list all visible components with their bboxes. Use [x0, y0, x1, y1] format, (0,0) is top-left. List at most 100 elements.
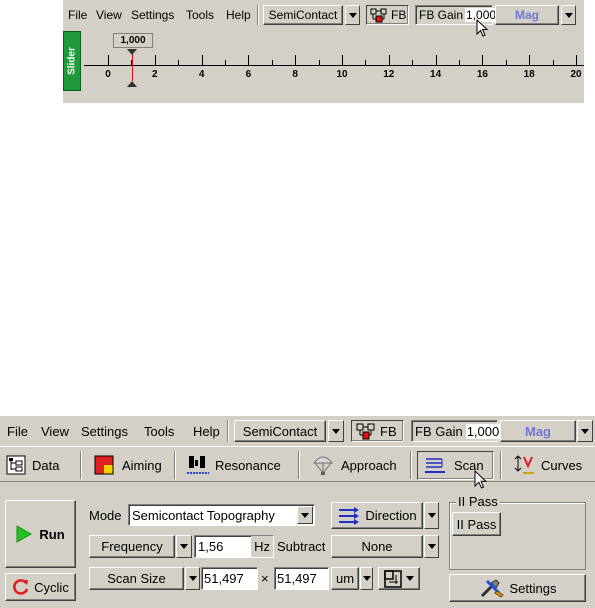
- scale-major-tick: [435, 55, 437, 65]
- mag-button[interactable]: Mag: [500, 420, 576, 442]
- tab-resonance[interactable]: Resonance: [186, 452, 281, 478]
- chevron-down-icon: [564, 12, 573, 18]
- menu-separator: [227, 420, 229, 442]
- scale-tick-label: 20: [570, 69, 582, 80]
- scan-mode-select[interactable]: Semicontact Topography: [128, 504, 315, 526]
- menu-view[interactable]: View: [96, 4, 122, 26]
- scan-size-x-value: 51,497: [204, 571, 244, 586]
- slider-marker-bottom[interactable]: [127, 81, 137, 87]
- scale-major-tick: [154, 55, 156, 65]
- direction-button[interactable]: Direction: [331, 502, 423, 529]
- scale-minor-tick: [271, 60, 273, 65]
- scale-tick-label: 4: [198, 69, 205, 80]
- scale-tick-label: 2: [152, 69, 158, 80]
- chevron-down-icon: [581, 428, 589, 434]
- mode-dropdown-label: SemiContact: [268, 8, 338, 22]
- menu-separator: [257, 5, 259, 25]
- scan-size-y-input[interactable]: 51,497: [274, 567, 329, 590]
- run-button[interactable]: Run: [5, 500, 76, 568]
- tab-data-label: Data: [32, 457, 60, 473]
- mode-dropdown-arrow[interactable]: [328, 420, 344, 442]
- mode-dropdown[interactable]: SemiContact: [263, 5, 343, 25]
- settings-button[interactable]: Settings: [449, 574, 586, 602]
- curves-icon: [514, 455, 534, 474]
- slider-marker-top[interactable]: [127, 49, 137, 55]
- tab-approach[interactable]: Approach: [313, 452, 397, 478]
- mag-label: Mag: [525, 423, 551, 439]
- scale-minor-tick: [365, 60, 367, 65]
- slider-tab[interactable]: Slider: [63, 31, 81, 91]
- feedback-icon: [370, 8, 387, 22]
- tab-separator: [298, 451, 300, 479]
- menu-settings[interactable]: Settings: [81, 419, 128, 443]
- fb-gain-field[interactable]: FB Gain 1,000: [411, 420, 501, 442]
- mode-dropdown[interactable]: SemiContact: [234, 420, 326, 442]
- scan-mode-arrow[interactable]: [297, 506, 313, 524]
- fb-toggle-button[interactable]: FB: [366, 5, 409, 25]
- mag-dropdown-arrow[interactable]: [577, 420, 593, 442]
- mag-label: Mag: [515, 8, 539, 22]
- slider-marker-line[interactable]: [132, 53, 133, 81]
- play-icon: [16, 525, 33, 543]
- tab-separator: [174, 451, 176, 479]
- menu-file[interactable]: File: [68, 4, 87, 26]
- frequency-unit: Hz: [251, 536, 273, 557]
- scale-tick-label: 6: [245, 69, 252, 80]
- chevron-down-icon: [180, 544, 188, 549]
- scan-size-label: Scan Size: [107, 571, 166, 586]
- direction-arrow[interactable]: [424, 502, 439, 529]
- tab-approach-label: Approach: [341, 457, 397, 473]
- frequency-input[interactable]: 1,56 Hz: [194, 535, 274, 558]
- scale-major-tick: [342, 55, 343, 65]
- mode-dropdown-arrow[interactable]: [345, 5, 360, 25]
- settings-label: Settings: [509, 580, 557, 596]
- tab-curves[interactable]: Curves: [513, 452, 582, 478]
- chevron-down-icon: [301, 512, 309, 518]
- menu-help[interactable]: Help: [193, 419, 220, 443]
- frequency-button[interactable]: Frequency: [89, 535, 175, 558]
- subtract-arrow[interactable]: [424, 535, 439, 558]
- slider-track[interactable]: 1,000 0 2 4 6 8 10 12 14 16 18 20: [84, 31, 584, 91]
- tab-data[interactable]: Data: [6, 452, 59, 478]
- scan-size-arrow[interactable]: [185, 567, 200, 590]
- menu-tools[interactable]: Tools: [144, 419, 174, 443]
- scale-major-tick: [201, 55, 203, 65]
- scan-size-x-input[interactable]: 51,497: [201, 567, 258, 590]
- top-menu-bar: File View Settings Tools Help: [63, 4, 263, 26]
- scale-major-tick: [576, 55, 577, 65]
- fb-toggle-button[interactable]: FB: [351, 420, 404, 442]
- menu-help[interactable]: Help: [226, 4, 251, 26]
- fb-gain-value[interactable]: 1,000: [465, 423, 501, 439]
- scale-major-tick: [388, 55, 390, 65]
- scale-minor-tick: [225, 60, 226, 65]
- cyclic-button[interactable]: Cyclic: [5, 573, 76, 601]
- scan-mode-value: Semicontact Topography: [132, 507, 275, 523]
- mag-button[interactable]: Mag: [495, 5, 559, 25]
- fb-gain-label: FB Gain: [415, 423, 463, 439]
- chevron-down-icon: [427, 544, 436, 549]
- frequency-arrow[interactable]: [176, 535, 192, 558]
- chevron-down-icon: [332, 428, 340, 434]
- menu-file[interactable]: File: [7, 419, 28, 443]
- subtract-value: None: [361, 539, 393, 554]
- tab-aiming[interactable]: Aiming: [94, 452, 162, 478]
- scan-unit-arrow[interactable]: [360, 567, 373, 590]
- chevron-down-icon: [348, 12, 357, 18]
- tab-bar: Data Aiming Resonance Approach Scan Curv…: [0, 446, 595, 482]
- scan-area-button[interactable]: [378, 567, 420, 590]
- scale-major-tick: [295, 55, 297, 65]
- scan-size-button[interactable]: Scan Size: [89, 567, 184, 590]
- menu-view[interactable]: View: [41, 419, 69, 443]
- subtract-label: Subtract: [277, 539, 326, 554]
- scale-tick-label: 10: [336, 69, 348, 80]
- menu-tools[interactable]: Tools: [186, 4, 214, 26]
- menu-settings[interactable]: Settings: [131, 4, 174, 26]
- direction-label: Direction: [365, 508, 417, 523]
- ii-pass-button[interactable]: II Pass: [452, 512, 501, 536]
- mag-dropdown-arrow[interactable]: [561, 5, 576, 25]
- scan-unit-value: um: [335, 571, 355, 586]
- scale-minor-tick: [552, 60, 554, 65]
- mode-dropdown-label: SemiContact: [242, 423, 318, 439]
- scan-unit-select[interactable]: um: [331, 567, 359, 590]
- subtract-select[interactable]: None: [331, 535, 423, 558]
